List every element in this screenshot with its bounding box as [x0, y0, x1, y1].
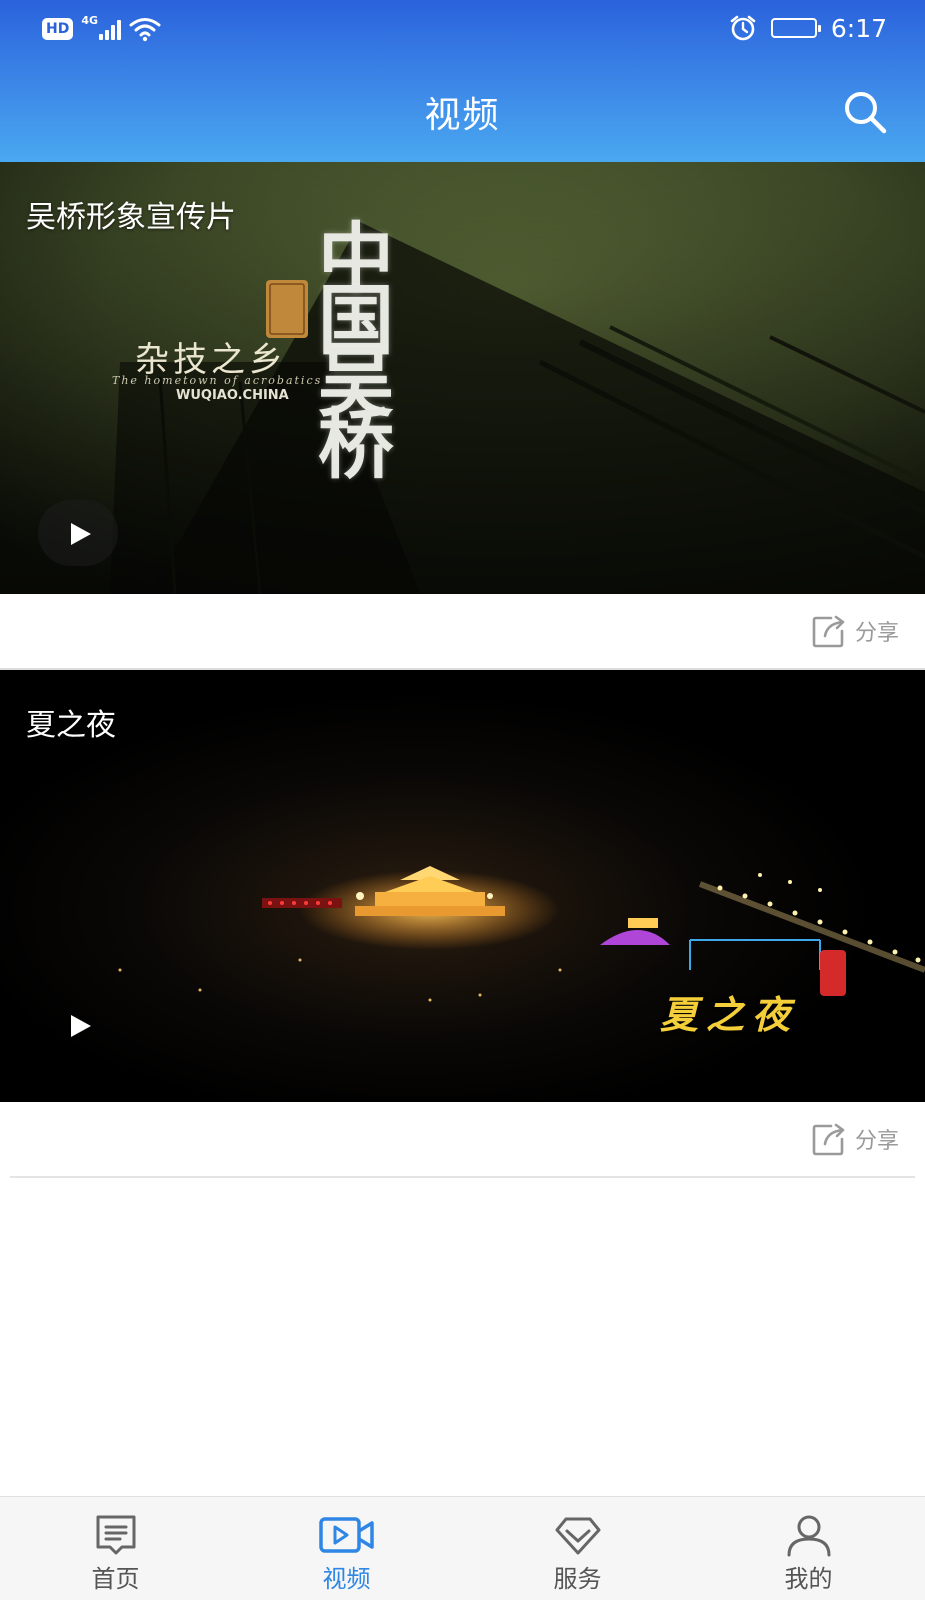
app-header: HD 4G 6:17 视频	[0, 0, 925, 162]
video-thumbnail[interactable]: 中国吴桥 杂技之乡 The hometown of acrobatics WUQ…	[0, 162, 925, 594]
nav-bar: 视频	[0, 58, 925, 162]
play-button[interactable]	[38, 992, 118, 1058]
wifi-icon	[129, 18, 161, 42]
user-icon	[787, 1515, 830, 1557]
video-title: 吴桥形象宣传片	[26, 200, 236, 235]
tab-video[interactable]: 视频	[231, 1497, 462, 1600]
tab-label: 视频	[322, 1565, 371, 1593]
play-icon	[71, 523, 91, 545]
tab-service[interactable]: 服务	[462, 1497, 693, 1600]
tab-mine[interactable]: 我的	[693, 1497, 924, 1600]
share-icon	[812, 1123, 845, 1156]
video-camera-icon	[318, 1517, 374, 1553]
status-left: HD 4G	[42, 14, 161, 44]
share-label: 分享	[854, 1129, 899, 1154]
thumbnail-domain: WUQIAO.CHINA	[176, 388, 289, 403]
diamond-icon	[555, 1517, 600, 1555]
bottom-tab-bar: 首页 视频 服务 我的	[0, 1496, 925, 1600]
share-row: 分享	[0, 594, 925, 668]
signal-icon: 4G	[81, 14, 122, 40]
play-icon	[71, 1015, 91, 1037]
thumbnail-english: The hometown of acrobatics	[112, 374, 323, 387]
news-icon	[96, 1515, 135, 1555]
video-card[interactable]: 夏之夜 夏之夜 分享	[0, 670, 925, 1178]
network-type-label: 4G	[81, 14, 99, 27]
tab-home[interactable]: 首页	[0, 1497, 231, 1600]
status-right: 6:17	[729, 12, 887, 44]
play-button[interactable]	[38, 500, 118, 566]
page-title: 视频	[424, 95, 501, 136]
video-card[interactable]: 中国吴桥 杂技之乡 The hometown of acrobatics WUQ…	[0, 162, 925, 670]
thumbnail-calligraphy: 中国吴桥	[318, 214, 394, 489]
status-time: 6:17	[830, 13, 887, 43]
video-title: 夏之夜	[26, 708, 116, 743]
share-label: 分享	[854, 621, 899, 646]
tab-label: 首页	[91, 1565, 140, 1593]
battery-icon	[770, 18, 821, 38]
share-icon	[812, 615, 845, 648]
share-row: 分享	[0, 1102, 925, 1176]
video-thumbnail[interactable]: 夏之夜 夏之夜	[0, 670, 925, 1102]
share-button[interactable]: 分享	[811, 612, 899, 650]
thumbnail-calligraphy: 夏之夜	[660, 992, 799, 1037]
status-bar: HD 4G 6:17	[0, 0, 925, 58]
share-button[interactable]: 分享	[811, 1120, 899, 1158]
tab-label: 服务	[553, 1565, 602, 1593]
card-divider	[10, 1176, 915, 1178]
hd-badge: HD	[42, 18, 74, 40]
tab-label: 我的	[784, 1565, 833, 1593]
search-icon[interactable]	[841, 88, 889, 136]
alarm-icon	[730, 15, 756, 41]
